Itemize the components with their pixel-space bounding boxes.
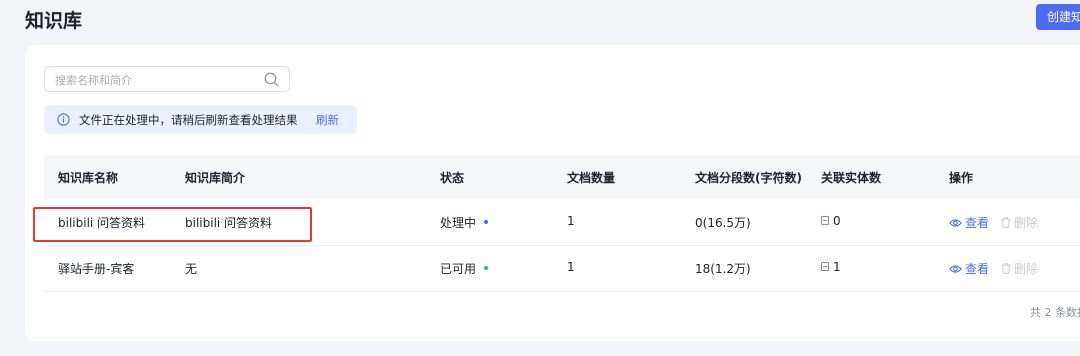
row-doc-count: 1 bbox=[567, 214, 575, 228]
row-entities: 0 bbox=[821, 214, 841, 228]
view-label: 查看 bbox=[965, 216, 990, 230]
table-header: 知识库名称 知识库简介 状态 文档数量 文档分段数(字符数) 关联实体数 操作 bbox=[44, 155, 1080, 199]
row-entities: 1 bbox=[821, 260, 841, 274]
delete-button[interactable]: 删除 bbox=[1001, 260, 1038, 277]
view-button[interactable]: 查看 bbox=[949, 260, 989, 277]
status-label: 已可用 bbox=[440, 262, 477, 276]
search-icon[interactable] bbox=[263, 71, 280, 88]
column-header-description: 知识库简介 bbox=[185, 171, 246, 185]
refresh-link[interactable]: 刷新 bbox=[316, 112, 339, 128]
row-segments: 0(16.5万) bbox=[695, 216, 751, 230]
column-header-segments: 文档分段数(字符数) bbox=[695, 171, 802, 185]
row-doc-count: 1 bbox=[567, 260, 575, 274]
search-input[interactable]: 搜索名称和简介 bbox=[44, 66, 290, 92]
status-badge: 已可用 bbox=[440, 260, 489, 277]
column-header-status: 状态 bbox=[440, 171, 465, 185]
search-placeholder: 搜索名称和简介 bbox=[55, 74, 132, 87]
entity-count: 1 bbox=[833, 260, 841, 274]
status-dot bbox=[484, 219, 489, 224]
delete-button[interactable]: 删除 bbox=[1001, 214, 1038, 231]
status-badge: 处理中 bbox=[440, 214, 489, 231]
pagination-total: 共 2 条数据 bbox=[1030, 306, 1080, 319]
status-label: 处理中 bbox=[440, 216, 477, 230]
row-name[interactable]: 驿站手册-宾客 bbox=[58, 260, 134, 277]
table-row: 驿站手册-宾客 无 已可用 1 18(1.2万) 1 查看 删除 bbox=[44, 245, 1080, 292]
delete-label: 删除 bbox=[1014, 216, 1039, 230]
entity-count: 0 bbox=[833, 214, 841, 228]
processing-notice: 文件正在处理中，请稍后刷新查看处理结果 刷新 bbox=[44, 105, 357, 134]
page-title: 知识库 bbox=[25, 10, 83, 32]
status-dot bbox=[484, 265, 489, 270]
trash-icon bbox=[1001, 263, 1011, 274]
delete-label: 删除 bbox=[1014, 262, 1039, 276]
eye-icon bbox=[949, 264, 962, 273]
column-header-doc-count: 文档数量 bbox=[567, 171, 616, 185]
info-icon bbox=[57, 113, 70, 126]
row-segments: 18(1.2万) bbox=[695, 262, 751, 276]
view-label: 查看 bbox=[965, 262, 990, 276]
entity-icon bbox=[821, 262, 829, 271]
notice-text: 文件正在处理中，请稍后刷新查看处理结果 bbox=[79, 113, 298, 127]
highlight-box bbox=[33, 207, 312, 242]
knowledge-base-card: 搜索名称和简介 文件正在处理中，请稍后刷新查看处理结果 刷新 知识库名称 知识库… bbox=[25, 45, 1080, 341]
column-header-entities: 关联实体数 bbox=[821, 171, 882, 185]
entity-icon bbox=[821, 216, 829, 225]
view-button[interactable]: 查看 bbox=[949, 214, 989, 231]
row-description: 无 bbox=[185, 262, 198, 276]
column-header-name: 知识库名称 bbox=[58, 171, 119, 185]
eye-icon bbox=[949, 218, 962, 227]
column-header-actions: 操作 bbox=[949, 171, 974, 185]
trash-icon bbox=[1001, 217, 1011, 228]
create-knowledge-base-button[interactable]: 创建知识库 bbox=[1036, 4, 1080, 30]
